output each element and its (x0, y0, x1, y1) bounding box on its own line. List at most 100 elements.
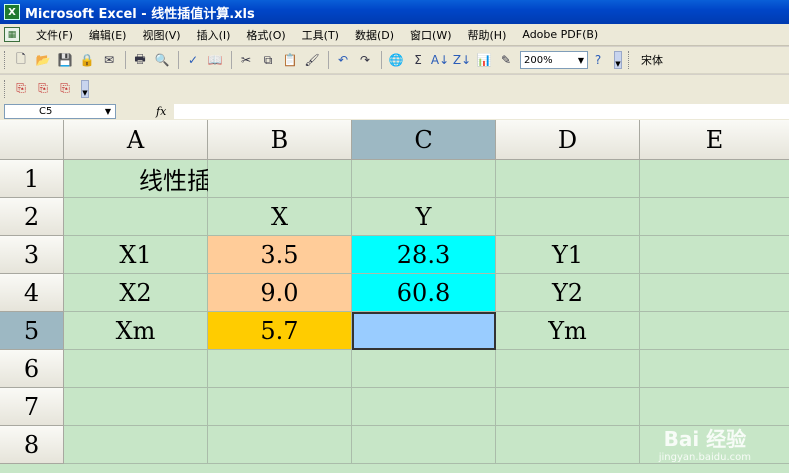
redo-icon[interactable]: ↷ (355, 50, 375, 70)
sort-descending-icon[interactable]: Z↓ (452, 50, 472, 70)
cell-d5[interactable]: Ym (496, 312, 640, 350)
row-header-6[interactable]: 6 (0, 350, 64, 388)
cell-b4[interactable]: 9.0 (208, 274, 352, 312)
column-header-e[interactable]: E (640, 120, 789, 160)
menu-format[interactable]: 格式(O) (238, 27, 293, 43)
menu-help[interactable]: 帮助(H) (460, 27, 515, 43)
menu-tools[interactable]: 工具(T) (294, 27, 347, 43)
font-name-box[interactable]: 宋体 (641, 52, 663, 68)
chevron-down-icon[interactable]: ▼ (105, 107, 111, 116)
drawing-icon[interactable]: ✎ (496, 50, 516, 70)
row-header-4[interactable]: 4 (0, 274, 64, 312)
menu-edit[interactable]: 编辑(E) (81, 27, 135, 43)
email-icon[interactable]: ✉ (99, 50, 119, 70)
cell-a2[interactable] (64, 198, 208, 236)
cell-d7[interactable] (496, 388, 640, 426)
cell-e3[interactable] (640, 236, 789, 274)
convert-to-pdf-icon[interactable]: ⎘ (11, 79, 31, 99)
cell-a4[interactable]: X2 (64, 274, 208, 312)
cell-c7[interactable] (352, 388, 496, 426)
zoom-select[interactable]: 200% ▼ (520, 51, 588, 69)
cell-e6[interactable] (640, 350, 789, 388)
menu-data[interactable]: 数据(D) (347, 27, 402, 43)
row-header-7[interactable]: 7 (0, 388, 64, 426)
menu-insert[interactable]: 插入(I) (189, 27, 239, 43)
cell-b2[interactable]: X (208, 198, 352, 236)
cell-d6[interactable] (496, 350, 640, 388)
cell-d1[interactable] (496, 160, 640, 198)
print-preview-icon[interactable]: 🔍 (152, 50, 172, 70)
open-folder-icon[interactable]: 📂 (33, 50, 53, 70)
cell-a3[interactable]: X1 (64, 236, 208, 274)
cell-c1[interactable] (352, 160, 496, 198)
cell-c3[interactable]: 28.3 (352, 236, 496, 274)
cell-b8[interactable] (208, 426, 352, 464)
toolbar-grip[interactable] (4, 79, 7, 98)
research-icon[interactable]: 📖 (205, 50, 225, 70)
cell-e7[interactable] (640, 388, 789, 426)
autosum-icon[interactable]: Σ (408, 50, 428, 70)
toolbar-grip[interactable] (4, 51, 7, 69)
row-header-2[interactable]: 2 (0, 198, 64, 236)
new-file-icon[interactable]: 🗋 (11, 50, 31, 70)
formula-input[interactable] (174, 103, 789, 119)
cell-d4[interactable]: Y2 (496, 274, 640, 312)
cell-b5[interactable]: 5.7 (208, 312, 352, 350)
cell-b3[interactable]: 3.5 (208, 236, 352, 274)
convert-and-review-icon[interactable]: ⎘ (55, 79, 75, 99)
cell-e2[interactable] (640, 198, 789, 236)
workbook-icon[interactable]: ▦ (4, 27, 20, 42)
cell-e5[interactable] (640, 312, 789, 350)
cell-a1[interactable]: 线性插值计算方法2 (64, 160, 346, 198)
copy-icon[interactable]: ⧉ (258, 50, 278, 70)
row-header-8[interactable]: 8 (0, 426, 64, 464)
cell-c2[interactable]: Y (352, 198, 496, 236)
toolbar-options-icon[interactable]: ▼ (614, 51, 622, 69)
chevron-down-icon[interactable]: ▼ (578, 56, 587, 65)
hyperlink-icon[interactable]: 🌐 (386, 50, 406, 70)
column-header-c[interactable]: C (352, 120, 496, 160)
help-icon[interactable]: ? (588, 50, 608, 70)
menu-file[interactable]: 文件(F) (28, 27, 81, 43)
toolbar-options-icon[interactable]: ▼ (81, 79, 89, 98)
menu-window[interactable]: 窗口(W) (402, 27, 459, 43)
cell-d8[interactable] (496, 426, 640, 464)
cell-a8[interactable] (64, 426, 208, 464)
cell-c6[interactable] (352, 350, 496, 388)
chart-wizard-icon[interactable]: 📊 (474, 50, 494, 70)
cell-c4[interactable]: 60.8 (352, 274, 496, 312)
row-header-1[interactable]: 1 (0, 160, 64, 198)
cell-a5[interactable]: Xm (64, 312, 208, 350)
row-header-5[interactable]: 5 (0, 312, 64, 350)
format-painter-icon[interactable]: 🖌 (302, 50, 322, 70)
paste-icon[interactable]: 📋 (280, 50, 300, 70)
cell-d3[interactable]: Y1 (496, 236, 640, 274)
excel-app-icon[interactable]: X (4, 4, 20, 20)
cell-a6[interactable] (64, 350, 208, 388)
insert-function-icon[interactable]: fx (156, 105, 166, 118)
cell-d2[interactable] (496, 198, 640, 236)
cell-a7[interactable] (64, 388, 208, 426)
save-icon[interactable]: 💾 (55, 50, 75, 70)
menu-adobe-pdf[interactable]: Adobe PDF(B) (514, 28, 606, 41)
menu-view[interactable]: 视图(V) (134, 27, 188, 43)
cell-c8[interactable] (352, 426, 496, 464)
cell-e1[interactable] (640, 160, 789, 198)
toolbar-grip[interactable] (628, 51, 631, 69)
column-header-a[interactable]: A (64, 120, 208, 160)
column-header-d[interactable]: D (496, 120, 640, 160)
cell-c5-active[interactable] (352, 312, 496, 350)
cell-e4[interactable] (640, 274, 789, 312)
cut-icon[interactable]: ✂ (236, 50, 256, 70)
permission-icon[interactable]: 🔒 (77, 50, 97, 70)
print-icon[interactable]: 🖶 (130, 50, 150, 70)
convert-and-email-icon[interactable]: ⎘ (33, 79, 53, 99)
spelling-icon[interactable]: ✓ (183, 50, 203, 70)
name-box[interactable]: C5 ▼ (4, 103, 116, 119)
undo-icon[interactable]: ↶ (333, 50, 353, 70)
row-header-3[interactable]: 3 (0, 236, 64, 274)
sort-ascending-icon[interactable]: A↓ (430, 50, 450, 70)
cell-b6[interactable] (208, 350, 352, 388)
cell-b7[interactable] (208, 388, 352, 426)
cell-b1[interactable] (208, 160, 352, 198)
